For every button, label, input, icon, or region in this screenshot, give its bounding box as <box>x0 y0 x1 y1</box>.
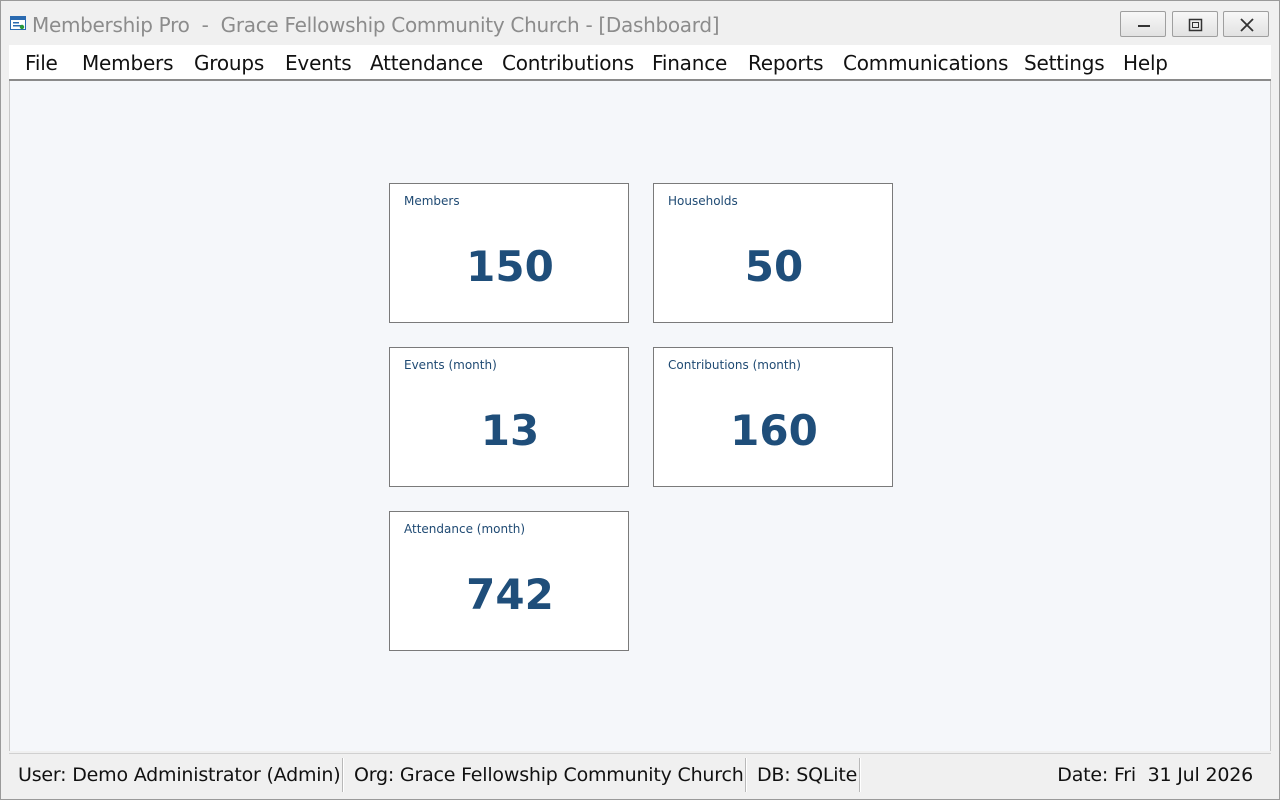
title-bar[interactable]: Membership Pro - Grace Fellowship Commun… <box>1 1 1279 45</box>
menu-contributions[interactable]: Contributions <box>502 51 634 75</box>
status-divider <box>859 758 861 792</box>
menu-groups[interactable]: Groups <box>194 51 264 75</box>
status-org: Org: Grace Fellowship Community Church <box>354 764 744 786</box>
stat-card-label: Households <box>668 194 738 208</box>
stat-card-label: Contributions (month) <box>668 358 801 372</box>
stat-card-events: Events (month) 13 <box>389 347 629 487</box>
dashboard-area: Members 150 Households 50 Events (month)… <box>9 81 1271 751</box>
stat-card-members: Members 150 <box>389 183 629 323</box>
menu-events[interactable]: Events <box>285 51 352 75</box>
close-button[interactable] <box>1223 11 1269 37</box>
stat-card-contributions: Contributions (month) 160 <box>653 347 893 487</box>
restore-button[interactable] <box>1172 11 1218 37</box>
stat-card-value: 13 <box>480 406 540 455</box>
window-title: Membership Pro - Grace Fellowship Commun… <box>32 13 720 37</box>
menu-attendance[interactable]: Attendance <box>370 51 483 75</box>
menu-members[interactable]: Members <box>82 51 173 75</box>
menu-reports[interactable]: Reports <box>748 51 824 75</box>
stat-card-value: 150 <box>466 242 554 291</box>
close-icon <box>1240 18 1254 32</box>
stat-card-households: Households 50 <box>653 183 893 323</box>
stat-card-value: 50 <box>744 242 804 291</box>
status-db: DB: SQLite <box>757 764 858 786</box>
menu-settings[interactable]: Settings <box>1024 51 1105 75</box>
status-date: Date: Fri 31 Jul 2026 <box>1057 764 1253 786</box>
stat-card-value: 742 <box>466 570 554 619</box>
menu-help[interactable]: Help <box>1123 51 1168 75</box>
menu-file[interactable]: File <box>25 51 58 75</box>
stat-card-attendance: Attendance (month) 742 <box>389 511 629 651</box>
status-user: User: Demo Administrator (Admin) <box>18 764 341 786</box>
minimize-icon <box>1138 25 1150 27</box>
stat-card-value: 160 <box>730 406 818 455</box>
menu-communications[interactable]: Communications <box>843 51 1008 75</box>
status-divider <box>745 758 747 792</box>
app-window: Membership Pro - Grace Fellowship Commun… <box>0 0 1280 800</box>
minimize-button[interactable] <box>1120 11 1166 37</box>
status-divider <box>342 758 344 792</box>
menu-bar: File Members Groups Events Attendance Co… <box>9 45 1271 81</box>
restore-icon <box>1188 18 1203 32</box>
menu-finance[interactable]: Finance <box>652 51 727 75</box>
stat-card-label: Attendance (month) <box>404 522 526 536</box>
status-bar: User: Demo Administrator (Admin) Org: Gr… <box>9 753 1271 794</box>
app-window-icon <box>10 16 26 30</box>
stat-card-label: Events (month) <box>404 358 497 372</box>
stat-card-label: Members <box>404 194 460 208</box>
